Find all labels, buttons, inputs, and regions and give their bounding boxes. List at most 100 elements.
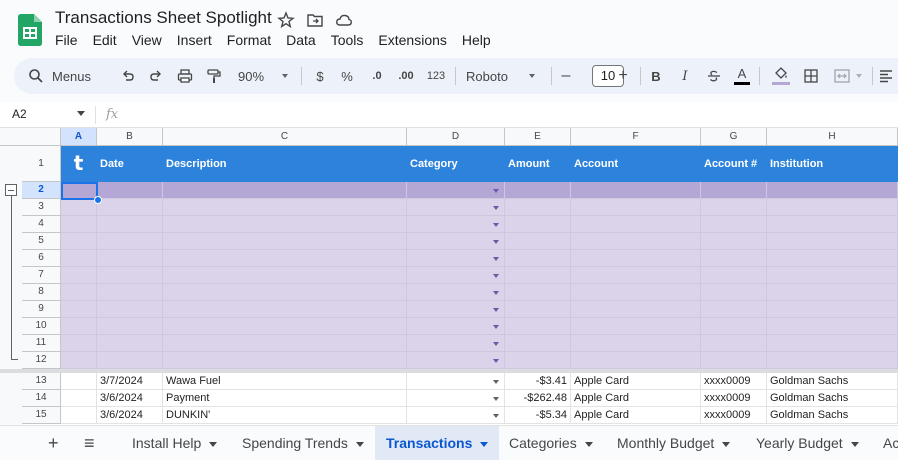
cell[interactable]: [163, 301, 407, 318]
row-header[interactable]: 15: [22, 407, 61, 424]
increase-decimal-button[interactable]: .00: [394, 58, 418, 94]
cell[interactable]: [407, 199, 505, 216]
merge-cells-button[interactable]: [830, 58, 866, 94]
cell-institution[interactable]: Goldman Sachs: [767, 407, 898, 424]
cell[interactable]: [571, 301, 701, 318]
category-dropdown-icon[interactable]: [493, 291, 499, 295]
cell[interactable]: [407, 318, 505, 335]
undo-button[interactable]: [118, 58, 138, 94]
header-account[interactable]: Account: [571, 146, 701, 182]
cell[interactable]: [767, 250, 898, 267]
cell[interactable]: [767, 182, 898, 199]
tab-install-help[interactable]: Install Help: [132, 426, 218, 460]
cell[interactable]: [505, 335, 571, 352]
row-header[interactable]: 2: [22, 182, 61, 199]
cell[interactable]: [701, 199, 767, 216]
tab-transactions[interactable]: Transactions: [375, 426, 500, 460]
column-header-f[interactable]: F: [571, 128, 701, 146]
row-header[interactable]: 4: [22, 216, 61, 233]
menu-edit[interactable]: Edit: [93, 32, 117, 48]
category-dropdown-icon[interactable]: [493, 397, 499, 401]
row-header[interactable]: 3: [22, 199, 61, 216]
cell[interactable]: [97, 301, 163, 318]
bold-button[interactable]: B: [648, 58, 664, 94]
row-header[interactable]: 8: [22, 284, 61, 301]
font-size-increase-button[interactable]: +: [616, 58, 630, 94]
chevron-down-icon[interactable]: [480, 441, 489, 447]
sheets-logo-icon[interactable]: [18, 14, 42, 46]
chevron-down-icon[interactable]: [584, 441, 593, 447]
italic-button[interactable]: I: [677, 58, 693, 94]
row-header[interactable]: 14: [22, 390, 61, 407]
cell[interactable]: [97, 216, 163, 233]
cell[interactable]: [97, 267, 163, 284]
cell[interactable]: [407, 373, 505, 390]
menu-data[interactable]: Data: [286, 32, 316, 48]
cell[interactable]: [571, 216, 701, 233]
menu-insert[interactable]: Insert: [177, 32, 212, 48]
cell[interactable]: [163, 318, 407, 335]
cell[interactable]: [505, 216, 571, 233]
cell[interactable]: [505, 233, 571, 250]
cell[interactable]: [407, 250, 505, 267]
cell[interactable]: [571, 267, 701, 284]
currency-format-button[interactable]: $: [312, 58, 328, 94]
category-dropdown-icon[interactable]: [493, 223, 499, 227]
header-date[interactable]: Date: [97, 146, 163, 182]
category-dropdown-icon[interactable]: [493, 414, 499, 418]
active-cell-outline[interactable]: [61, 182, 98, 200]
menu-view[interactable]: View: [132, 32, 162, 48]
row-header[interactable]: 12: [22, 352, 61, 369]
move-folder-icon[interactable]: [306, 11, 324, 29]
cell[interactable]: [767, 318, 898, 335]
zoom-dropdown-icon[interactable]: [282, 74, 288, 78]
cell[interactable]: [701, 301, 767, 318]
cell[interactable]: [407, 390, 505, 407]
search-menus-button[interactable]: Menus: [28, 58, 108, 94]
cell[interactable]: [61, 250, 97, 267]
strikethrough-button[interactable]: [704, 58, 724, 94]
zoom-value[interactable]: 90%: [234, 58, 268, 94]
header-account-number[interactable]: Account #: [701, 146, 767, 182]
category-dropdown-icon[interactable]: [493, 206, 499, 210]
cell[interactable]: [407, 182, 505, 199]
cell[interactable]: [163, 335, 407, 352]
row-header[interactable]: 7: [22, 267, 61, 284]
cell[interactable]: [61, 284, 97, 301]
cell[interactable]: [571, 352, 701, 369]
more-formats-button[interactable]: 123: [424, 58, 448, 94]
cell[interactable]: [97, 352, 163, 369]
cell[interactable]: [701, 352, 767, 369]
cell[interactable]: [61, 301, 97, 318]
column-header-e[interactable]: E: [505, 128, 571, 146]
cell[interactable]: [163, 284, 407, 301]
document-title[interactable]: Transactions Sheet Spotlight: [55, 8, 272, 28]
cell[interactable]: [701, 250, 767, 267]
cell[interactable]: [505, 318, 571, 335]
category-dropdown-icon[interactable]: [493, 325, 499, 329]
decrease-decimal-button[interactable]: .0: [366, 58, 388, 94]
cell[interactable]: [701, 335, 767, 352]
cell[interactable]: [163, 233, 407, 250]
tab-yearly-budget[interactable]: Yearly Budget: [756, 426, 859, 460]
row-header[interactable]: 9: [22, 301, 61, 318]
cell-description[interactable]: Wawa Fuel: [163, 373, 407, 390]
header-amount[interactable]: Amount: [505, 146, 571, 182]
cell[interactable]: [767, 284, 898, 301]
cell-account[interactable]: Apple Card: [571, 390, 701, 407]
cell-institution[interactable]: Goldman Sachs: [767, 390, 898, 407]
select-all-corner[interactable]: [0, 128, 61, 146]
cell[interactable]: [163, 250, 407, 267]
row-header[interactable]: 6: [22, 250, 61, 267]
category-dropdown-icon[interactable]: [493, 240, 499, 244]
menu-format[interactable]: Format: [227, 32, 271, 48]
percent-format-button[interactable]: %: [339, 58, 355, 94]
cell-account[interactable]: Apple Card: [571, 373, 701, 390]
cell[interactable]: [505, 301, 571, 318]
align-button[interactable]: [878, 58, 894, 94]
cell[interactable]: [571, 199, 701, 216]
column-header-b[interactable]: B: [97, 128, 163, 146]
row-header[interactable]: 13: [22, 373, 61, 390]
chevron-down-icon[interactable]: [209, 441, 218, 447]
cell[interactable]: [97, 199, 163, 216]
